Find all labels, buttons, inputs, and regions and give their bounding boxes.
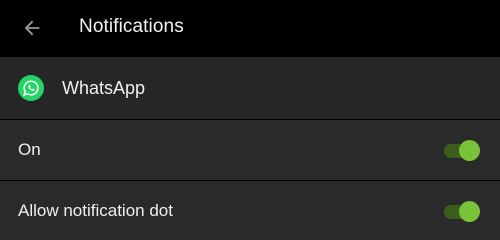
notifications-screen: Notifications WhatsApp On Allow notifica…	[0, 0, 500, 240]
setting-row-notification-dot[interactable]: Allow notification dot	[0, 181, 500, 240]
whatsapp-icon	[18, 75, 44, 101]
page-title: Notifications	[79, 16, 184, 37]
arrow-back-icon	[24, 20, 40, 36]
notifications-toggle[interactable]	[444, 140, 480, 161]
toggle-thumb	[459, 140, 480, 161]
app-name: WhatsApp	[62, 78, 146, 98]
app-bar: Notifications	[0, 0, 500, 56]
setting-label-notification-dot: Allow notification dot	[18, 201, 173, 220]
app-header-row: WhatsApp	[0, 57, 500, 119]
toggle-thumb	[459, 201, 480, 222]
setting-row-on[interactable]: On	[0, 120, 500, 180]
setting-label-on: On	[18, 140, 41, 159]
back-button[interactable]	[12, 8, 52, 48]
notification-dot-toggle[interactable]	[444, 201, 480, 222]
